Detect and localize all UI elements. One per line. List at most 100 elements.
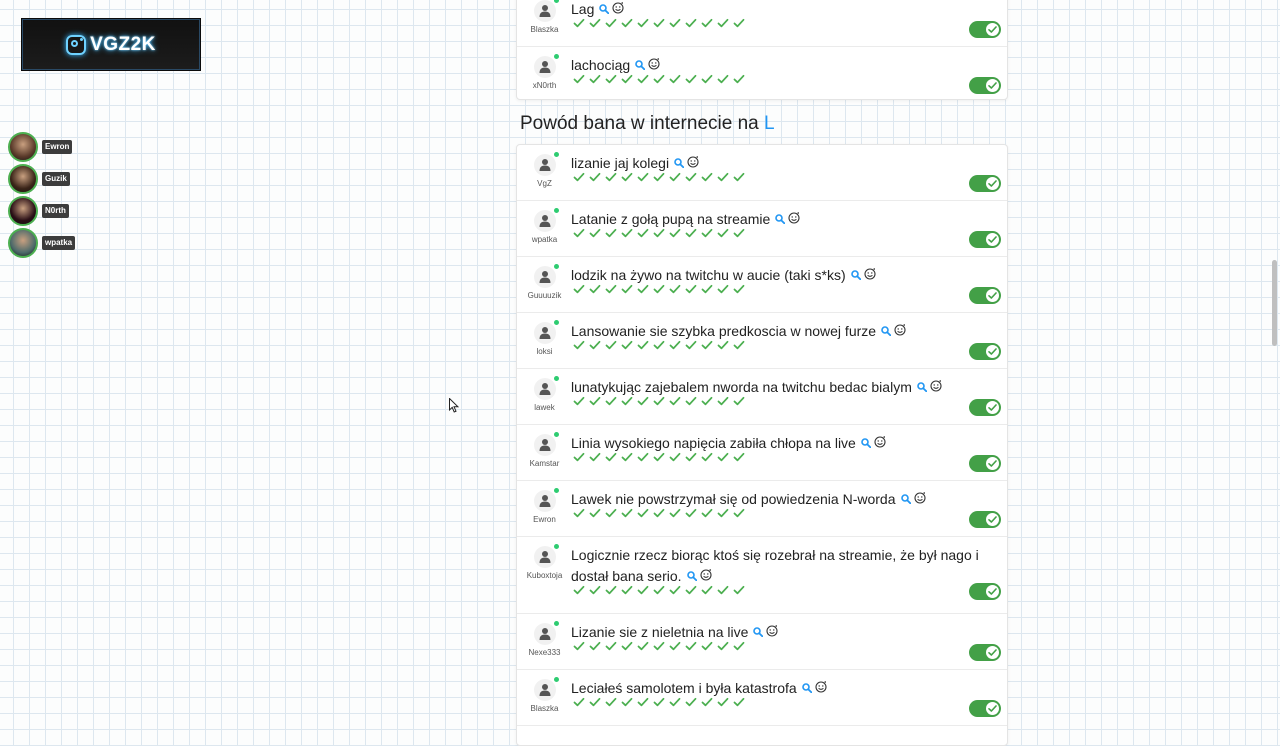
author[interactable]: Ewron bbox=[517, 488, 572, 524]
search-icon[interactable] bbox=[881, 321, 892, 342]
accept-toggle[interactable] bbox=[969, 455, 1001, 472]
list-item: Ewron Lawek nie powstrzymał się od powied… bbox=[517, 481, 1007, 537]
author[interactable]: xN0rth bbox=[517, 54, 572, 90]
toggle-knob bbox=[986, 513, 999, 526]
check-icon bbox=[701, 17, 713, 29]
viewer-item[interactable]: Guzik bbox=[8, 163, 75, 195]
accept-toggle[interactable] bbox=[969, 644, 1001, 661]
check-icon bbox=[701, 451, 713, 463]
author[interactable]: VgZ bbox=[517, 152, 572, 188]
check-icon bbox=[573, 339, 585, 351]
check-icon bbox=[733, 584, 745, 596]
viewer-name: wpatka bbox=[42, 236, 76, 250]
author-name: Blaszka bbox=[530, 25, 559, 34]
author[interactable]: wpatka bbox=[517, 208, 572, 244]
check-icon bbox=[685, 171, 697, 183]
accept-toggle[interactable] bbox=[969, 231, 1001, 248]
check-icon bbox=[653, 395, 665, 407]
check-icon bbox=[589, 73, 601, 85]
vote-checks bbox=[573, 640, 745, 652]
check-icon bbox=[589, 507, 601, 519]
emoji-icon[interactable] bbox=[766, 622, 779, 643]
answer-text: Linia wysokiego napięcia zabiła chłopa n… bbox=[571, 435, 856, 451]
check-icon bbox=[621, 696, 633, 708]
author[interactable]: loksi bbox=[517, 320, 572, 356]
author-name: xN0rth bbox=[532, 81, 557, 90]
check-icon bbox=[605, 640, 617, 652]
answer-text: lodzik na żywo na twitchu w aucie (taki … bbox=[571, 267, 846, 283]
accept-toggle[interactable] bbox=[969, 77, 1001, 94]
search-icon[interactable] bbox=[775, 209, 786, 230]
emoji-icon[interactable] bbox=[864, 265, 876, 286]
check-icon bbox=[637, 17, 649, 29]
check-icon bbox=[637, 584, 649, 596]
emoji-icon[interactable] bbox=[894, 321, 906, 342]
check-icon bbox=[669, 171, 681, 183]
emoji-icon[interactable] bbox=[815, 678, 827, 699]
emoji-icon[interactable] bbox=[913, 489, 926, 510]
check-icon bbox=[605, 283, 617, 295]
answer-actions bbox=[671, 155, 699, 171]
viewer-name: N0rth bbox=[42, 204, 69, 218]
accept-toggle[interactable] bbox=[969, 583, 1001, 600]
vote-checks bbox=[573, 227, 745, 239]
accept-toggle[interactable] bbox=[969, 700, 1001, 717]
emoji-icon[interactable] bbox=[788, 209, 800, 230]
check-icon bbox=[573, 584, 585, 596]
check-icon bbox=[605, 584, 617, 596]
brand-logo[interactable]: VGZ2K bbox=[22, 19, 200, 70]
search-icon[interactable] bbox=[917, 377, 928, 398]
accept-toggle[interactable] bbox=[969, 21, 1001, 38]
online-dot bbox=[553, 376, 559, 381]
check-icon bbox=[733, 451, 745, 463]
author[interactable]: Kamstar bbox=[517, 432, 572, 468]
accept-toggle[interactable] bbox=[969, 287, 1001, 304]
toggle-knob bbox=[986, 23, 999, 36]
user-icon bbox=[533, 376, 559, 400]
emoji-icon[interactable] bbox=[874, 433, 886, 454]
user-icon bbox=[533, 152, 559, 176]
toggle-knob bbox=[986, 457, 999, 470]
check-icon bbox=[669, 640, 681, 652]
viewer-item[interactable]: Ewron bbox=[8, 131, 75, 163]
search-icon[interactable] bbox=[850, 265, 861, 286]
check-icon bbox=[621, 339, 633, 351]
emoji-icon[interactable] bbox=[930, 377, 942, 398]
author-name: Kuboxtoja bbox=[526, 571, 563, 580]
scrollbar-thumb[interactable] bbox=[1272, 260, 1277, 346]
search-icon[interactable] bbox=[861, 433, 872, 454]
check-icon bbox=[589, 171, 601, 183]
list-item: Kuboxtoja Logicznie rzecz biorąc ktoś się… bbox=[517, 537, 1007, 614]
accept-toggle[interactable] bbox=[969, 399, 1001, 416]
scrollbar[interactable] bbox=[1268, 0, 1280, 720]
accept-toggle[interactable] bbox=[969, 343, 1001, 360]
author[interactable]: lawek bbox=[517, 376, 572, 412]
answer-actions bbox=[898, 491, 926, 507]
viewer-item[interactable]: wpatka bbox=[8, 227, 76, 259]
check-icon bbox=[605, 73, 617, 85]
check-icon bbox=[669, 696, 681, 708]
author[interactable]: Kuboxtoja bbox=[517, 544, 572, 580]
check-icon bbox=[621, 17, 633, 29]
author[interactable]: Blaszka bbox=[517, 0, 572, 34]
check-icon bbox=[573, 507, 585, 519]
author[interactable]: Nexe333 bbox=[517, 621, 572, 657]
check-icon bbox=[701, 584, 713, 596]
check-icon bbox=[717, 507, 729, 519]
vote-checks bbox=[573, 395, 745, 407]
user-icon bbox=[533, 432, 559, 456]
instagram-icon bbox=[66, 34, 87, 55]
accept-toggle[interactable] bbox=[969, 511, 1001, 528]
check-icon bbox=[733, 640, 745, 652]
search-icon[interactable] bbox=[801, 678, 812, 699]
accept-toggle[interactable] bbox=[969, 175, 1001, 192]
check-icon bbox=[589, 339, 601, 351]
answer-text: Lansowanie sie szybka predkoscia w nowej… bbox=[571, 323, 877, 339]
search-icon[interactable] bbox=[900, 489, 911, 510]
check-icon bbox=[653, 640, 665, 652]
author[interactable]: Blaszka bbox=[517, 677, 572, 713]
viewer-item[interactable]: N0rth bbox=[8, 195, 75, 227]
author[interactable]: Guuuuzik bbox=[517, 264, 572, 300]
search-icon[interactable] bbox=[753, 622, 764, 643]
brand-logo-text: VGZ2K bbox=[90, 33, 156, 55]
